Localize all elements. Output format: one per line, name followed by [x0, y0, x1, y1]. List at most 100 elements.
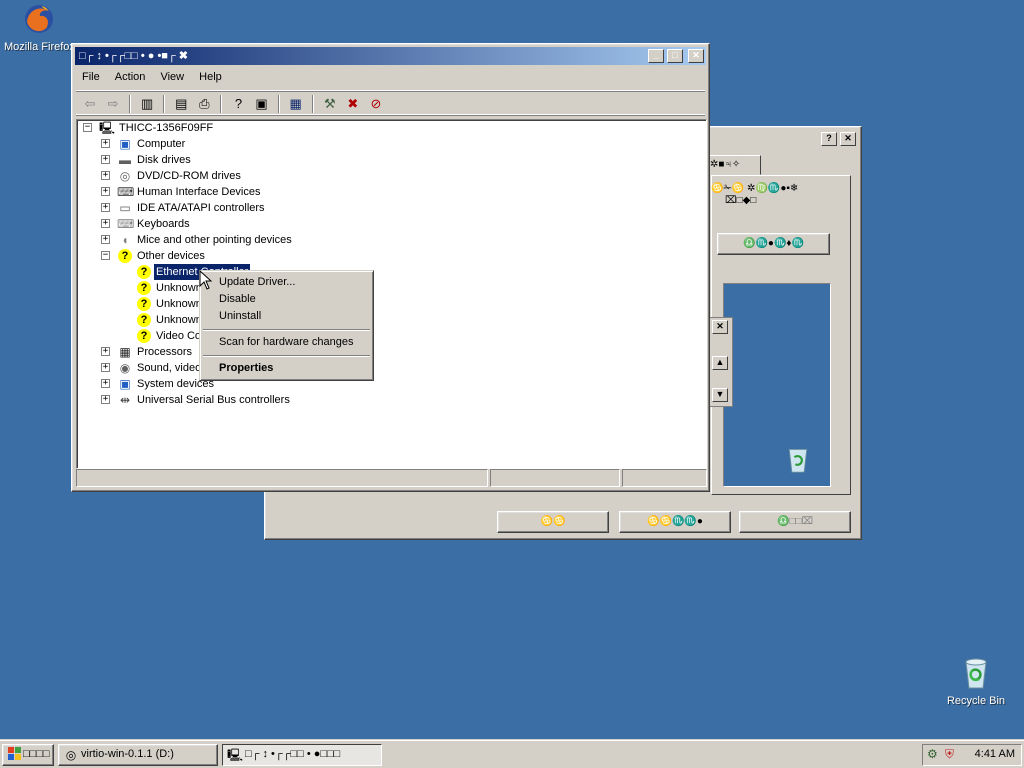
tree-label: Universal Serial Bus controllers [137, 394, 290, 406]
windows-logo-icon [7, 747, 23, 763]
device-manager-window: □┌ ↕ •┌┌□□ • ● •■┌ ✖ _ □ ✕ File Action V… [71, 43, 710, 492]
expand-icon[interactable]: + [101, 347, 110, 356]
menu-help[interactable]: Help [193, 68, 228, 86]
tree-label: Video Co [156, 330, 202, 342]
forward-icon[interactable]: ⇨ [103, 95, 123, 113]
tree-label: Keyboards [137, 218, 190, 230]
help-button[interactable]: ? [820, 132, 837, 146]
window-titlebar[interactable]: □┌ ↕ •┌┌□□ • ● •■┌ ✖ _ □ ✕ [75, 47, 706, 65]
toolbar-separator [129, 95, 132, 113]
collapse-icon[interactable]: − [83, 123, 92, 132]
unknown-device-icon: ? [137, 265, 151, 279]
cd-drive-icon: ◎ [65, 748, 77, 762]
minimize-button[interactable]: _ [647, 49, 664, 63]
tree-label: Unknown [156, 314, 202, 326]
back-icon[interactable]: ⇦ [80, 95, 100, 113]
tree-label: Other devices [137, 250, 205, 262]
dialog-action-button[interactable]: ♎♏●♏♦♏ [717, 233, 830, 255]
menu-item-scan-hardware[interactable]: Scan for hardware changes [203, 334, 370, 351]
dialog-row-2: ⌧□◆□ [725, 195, 757, 206]
expand-icon[interactable]: + [101, 379, 110, 388]
recycle-bin-small-icon [788, 448, 808, 473]
dialog-preview-pane [723, 283, 831, 487]
clock[interactable]: 4:41 AM [975, 748, 1015, 760]
computer-icon: 🖳 [99, 121, 116, 135]
scroll-up-button[interactable]: ▲ [712, 356, 728, 370]
dialog-row-1: ♋✁♋ ✲♍♏●▪❄ [711, 183, 799, 194]
show-hide-tree-icon[interactable]: ▥ [137, 95, 157, 113]
status-cell [490, 469, 620, 487]
tree-label: Unknown [156, 298, 202, 310]
menu-item-update-driver[interactable]: Update Driver... [203, 274, 370, 291]
close-button[interactable]: ✕ [688, 49, 704, 63]
maximize-button[interactable]: □ [666, 49, 683, 63]
dialog-ok-button[interactable]: ♋♋ [497, 511, 609, 533]
status-cell [622, 469, 707, 487]
expand-icon[interactable]: + [101, 155, 110, 164]
dialog-tab[interactable]: ✲■♃✧ [705, 155, 761, 175]
expand-icon[interactable]: + [101, 363, 110, 372]
system-tray: ⚙ ⛨ 4:41 AM [922, 744, 1022, 766]
usb-icon: ⇹ [119, 393, 131, 407]
processor-icon: ▦ [119, 345, 131, 359]
ide-icon: ▭ [119, 201, 131, 215]
expand-icon[interactable]: + [101, 235, 110, 244]
menu-item-disable[interactable]: Disable [203, 291, 370, 308]
dialog-cancel-button[interactable]: ♋♋♏♏● [619, 511, 731, 533]
properties-icon[interactable]: ▤ [171, 95, 191, 113]
disable-icon[interactable]: ⊘ [366, 95, 386, 113]
tree-label: Sound, video [137, 362, 202, 374]
uninstall-icon[interactable]: ✖ [343, 95, 363, 113]
tree-label: Mice and other pointing devices [137, 234, 292, 246]
task-virtio-win[interactable]: ◎ virtio-win-0.1.1 (D:) [58, 744, 218, 766]
expand-icon[interactable]: + [101, 171, 110, 180]
window-title: □┌ ↕ •┌┌□□ • ● •■┌ ✖ [79, 50, 189, 62]
print-icon[interactable]: ⎙ [194, 95, 214, 113]
system-icon: ▣ [119, 377, 131, 391]
dialog-close-button[interactable]: ✕ [840, 132, 856, 146]
help-topics-icon[interactable]: ▣ [252, 95, 272, 113]
security-shield-icon[interactable]: ⛨ [945, 747, 954, 762]
collapse-icon[interactable]: − [101, 251, 110, 260]
help-icon[interactable]: ? [229, 95, 249, 113]
mini-window-fragment: ✕ ▲ ▼ [707, 317, 733, 407]
mini-close-button[interactable]: ✕ [712, 320, 728, 334]
toolbar-separator [311, 95, 314, 113]
expand-icon[interactable]: + [101, 395, 110, 404]
dialog-apply-button[interactable]: ♎□□⌧ [739, 511, 851, 533]
menu-file[interactable]: File [76, 68, 106, 86]
update-driver-icon[interactable]: ⚒ [320, 95, 340, 113]
menu-action[interactable]: Action [109, 68, 152, 86]
menu-bar: File Action View Help [76, 68, 705, 88]
unknown-device-icon: ? [118, 249, 132, 263]
tree-label: Processors [137, 346, 193, 358]
menu-item-uninstall[interactable]: Uninstall [203, 308, 370, 325]
expand-icon[interactable]: + [101, 219, 110, 228]
firefox-desktop-icon[interactable]: Mozilla Firefox [4, 2, 75, 53]
firefox-icon [25, 5, 53, 33]
network-icon[interactable]: ⚙ [927, 747, 938, 761]
tree-label: Human Interface Devices [137, 186, 261, 198]
menu-item-properties[interactable]: Properties [203, 360, 370, 377]
recycle-bin-label: Recycle Bin [946, 695, 1006, 707]
unknown-device-icon: ? [137, 297, 151, 311]
task-device-manager[interactable]: 🖳 □┌ ↕ •┌┌□□ • ●□□□ [222, 744, 382, 766]
start-button[interactable]: □□□□ [2, 744, 54, 766]
device-tree: − 🖳 THICC-1356F09FF + ▣ Computer + ▬ Dis… [76, 119, 707, 469]
context-menu: Update Driver... Disable Uninstall Scan … [199, 270, 374, 381]
recycle-bin-desktop-icon[interactable]: Recycle Bin [940, 656, 1012, 707]
keyboard-icon: ⌨ [117, 217, 135, 231]
scan-hardware-icon[interactable]: ▦ [286, 95, 306, 113]
status-cell [76, 469, 488, 487]
scroll-down-button[interactable]: ▼ [712, 388, 728, 402]
device-manager-icon: 🖳 [227, 748, 244, 762]
menu-view[interactable]: View [154, 68, 190, 86]
expand-icon[interactable]: + [101, 139, 110, 148]
task-label: □┌ ↕ •┌┌□□ • ●□□□ [245, 748, 341, 760]
toolbar-separator [163, 95, 166, 113]
expand-icon[interactable]: + [101, 187, 110, 196]
menu-separator [203, 355, 370, 357]
expand-icon[interactable]: + [101, 203, 110, 212]
tree-label: Computer [137, 138, 186, 150]
cdrom-icon: ◎ [119, 169, 131, 183]
